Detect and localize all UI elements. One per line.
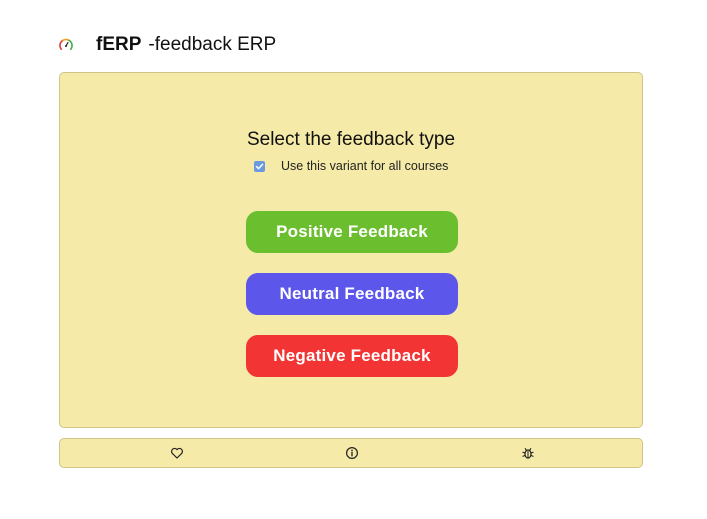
info-icon[interactable] xyxy=(345,446,359,460)
checkmark-icon xyxy=(255,163,264,169)
app-subtitle: -feedback ERP xyxy=(148,34,277,55)
all-courses-option: Use this variant for all courses xyxy=(254,159,448,173)
app-root: fERP -feedback ERP Select the feedback t… xyxy=(0,0,707,519)
app-header: fERP -feedback ERP xyxy=(58,32,276,58)
heart-icon[interactable] xyxy=(170,446,184,460)
all-courses-label: Use this variant for all courses xyxy=(281,159,449,173)
feedback-type-panel: Select the feedback type Use this varian… xyxy=(59,72,643,428)
panel-title: Select the feedback type xyxy=(246,129,456,150)
neutral-feedback-button[interactable]: Neutral Feedback xyxy=(246,273,458,315)
positive-feedback-button[interactable]: Positive Feedback xyxy=(246,211,458,253)
bug-icon[interactable] xyxy=(521,446,535,460)
footer-bar xyxy=(59,438,643,468)
brand-name: fERP xyxy=(96,34,142,55)
all-courses-checkbox[interactable] xyxy=(254,160,265,172)
gauge-icon xyxy=(59,38,73,50)
negative-feedback-button[interactable]: Negative Feedback xyxy=(246,335,458,377)
